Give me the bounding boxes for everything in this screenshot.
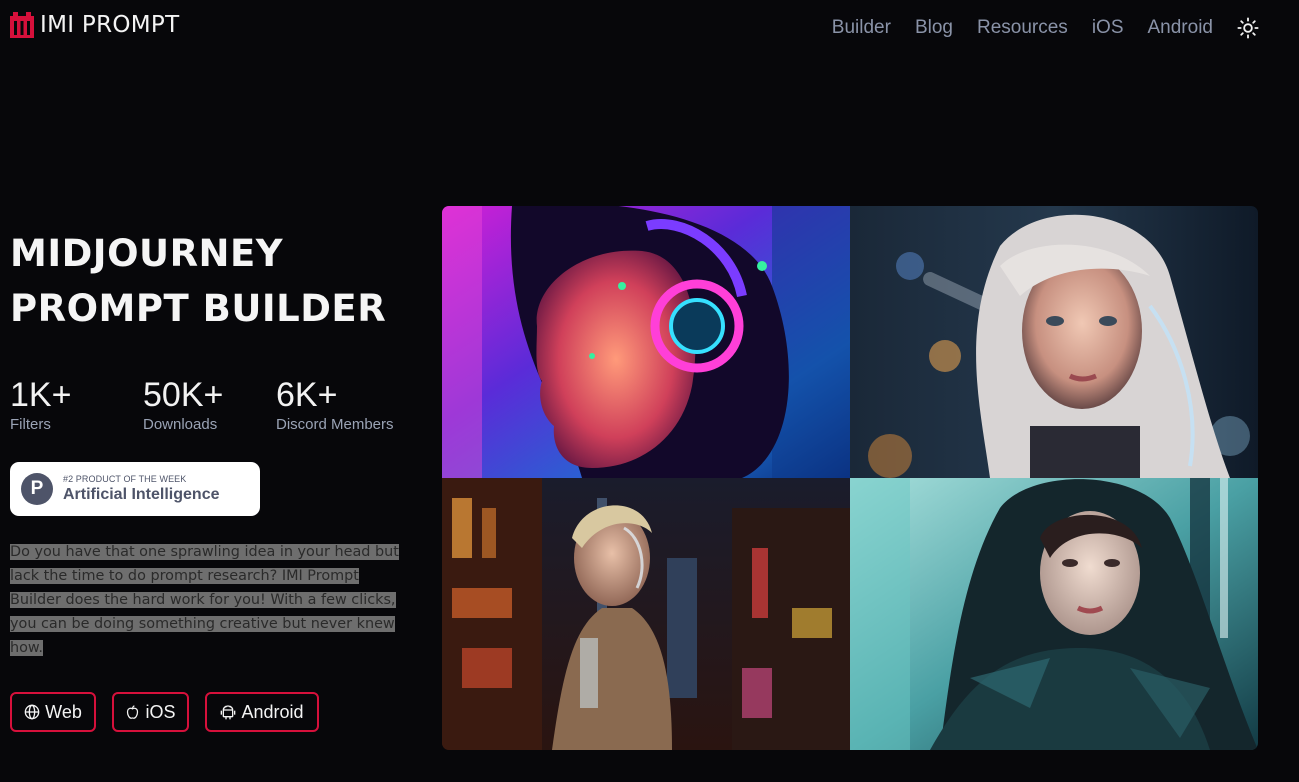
stat-discord-members: 6K+ Discord Members (276, 374, 394, 434)
apple-icon (127, 705, 139, 719)
nav-blog[interactable]: Blog (915, 14, 953, 42)
logo-icon (10, 12, 34, 38)
android-icon (221, 705, 236, 720)
nav-builder[interactable]: Builder (832, 14, 891, 42)
hero-title-line-2: PROMPT BUILDER (10, 287, 387, 330)
stat-label: Downloads (143, 416, 218, 433)
gallery-image-neon-headphones-girl (442, 206, 850, 478)
brand-name: IMI PROMPT (40, 12, 180, 38)
hero-description: Do you have that one sprawling idea in y… (10, 540, 410, 660)
product-hunt-icon: P (21, 473, 53, 505)
main-nav: Builder Blog Resources iOS Android (808, 14, 1259, 42)
globe-icon (24, 704, 40, 720)
hero-title: MIDJOURNEY PROMPT BUILDER (10, 226, 430, 336)
android-button[interactable]: Android (205, 692, 319, 732)
product-hunt-badge[interactable]: P #2 PRODUCT OF THE WEEK Artificial Inte… (10, 462, 260, 516)
logo[interactable]: IMI PROMPT (10, 12, 179, 38)
android-button-label: Android (241, 701, 304, 722)
gallery-image-silver-hair-woman (850, 206, 1258, 478)
badge-subtitle: #2 PRODUCT OF THE WEEK (63, 473, 187, 484)
gallery-image-cyborg-woman-city (442, 478, 850, 750)
stat-downloads: 50K+ Downloads (143, 374, 223, 434)
nav-ios[interactable]: iOS (1092, 14, 1124, 42)
stat-value: 6K+ (276, 376, 338, 414)
nav-resources[interactable]: Resources (977, 14, 1068, 42)
stat-label: Discord Members (276, 416, 394, 433)
badge-title: Artificial Intelligence (63, 485, 220, 503)
gallery-image-hooded-girl-teal (850, 478, 1258, 750)
web-button-label: Web (45, 701, 82, 722)
stat-label: Filters (10, 416, 51, 433)
stat-value: 50K+ (143, 376, 224, 414)
gallery-grid (442, 206, 1258, 750)
site-header: IMI PROMPT Builder Blog Resources iOS An… (0, 0, 1299, 56)
sun-icon[interactable] (1237, 17, 1259, 39)
stat-filters: 1K+ Filters (10, 374, 71, 434)
nav-android[interactable]: Android (1148, 14, 1214, 42)
stat-value: 1K+ (10, 376, 72, 414)
ios-button[interactable]: iOS (112, 692, 189, 732)
hero-title-line-1: MIDJOURNEY (10, 232, 284, 275)
badge-text: #2 PRODUCT OF THE WEEK Artificial Intell… (63, 474, 219, 505)
description-text: Do you have that one sprawling idea in y… (10, 544, 399, 656)
ios-button-label: iOS (145, 701, 176, 722)
web-button[interactable]: Web (10, 692, 96, 732)
